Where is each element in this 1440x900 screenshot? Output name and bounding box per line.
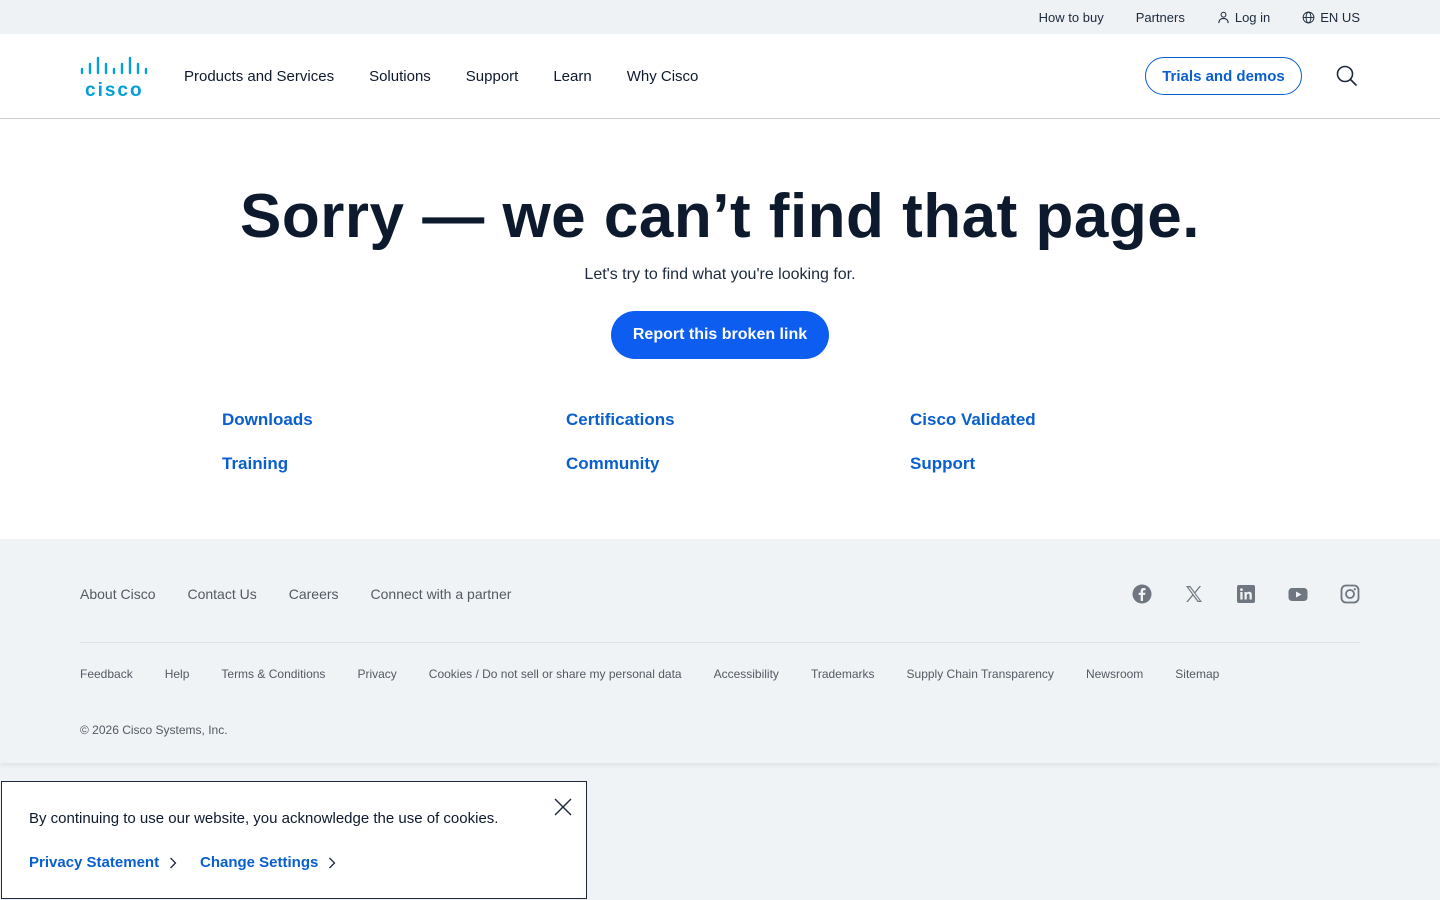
privacy-statement-link[interactable]: Privacy Statement	[29, 854, 177, 871]
footer-about-cisco[interactable]: About Cisco	[80, 586, 155, 602]
search-button[interactable]	[1335, 64, 1359, 88]
footer-newsroom[interactable]: Newsroom	[1086, 667, 1143, 681]
main-nav: cisco Products and Services Solutions Su…	[0, 34, 1440, 119]
report-broken-link-button[interactable]: Report this broken link	[611, 311, 829, 359]
chevron-right-icon	[329, 857, 336, 868]
footer-help[interactable]: Help	[165, 667, 190, 681]
cookie-message: By continuing to use our website, you ac…	[29, 810, 499, 827]
cisco-logo[interactable]: cisco	[80, 56, 154, 101]
cookie-banner: By continuing to use our website, you ac…	[1, 781, 587, 899]
footer-trademarks[interactable]: Trademarks	[811, 667, 875, 681]
partners-link[interactable]: Partners	[1136, 10, 1185, 25]
nav-support[interactable]: Support	[466, 68, 519, 85]
nav-products-and-services[interactable]: Products and Services	[184, 68, 334, 85]
footer-primary-links: About Cisco Contact Us Careers Connect w…	[80, 586, 543, 602]
youtube-icon[interactable]	[1288, 584, 1308, 604]
utility-bar: How to buy Partners Log in EN US	[0, 0, 1440, 34]
trials-and-demos-button[interactable]: Trials and demos	[1145, 57, 1302, 95]
footer-divider	[80, 642, 1360, 643]
page-title: Sorry — we can’t find that page.	[240, 182, 1200, 251]
globe-icon	[1302, 11, 1315, 23]
cisco-bars-icon	[80, 56, 148, 75]
copyright: © 2026 Cisco Systems, Inc.	[80, 723, 228, 737]
downloads-link[interactable]: Downloads	[222, 410, 313, 430]
how-to-buy-link[interactable]: How to buy	[1039, 10, 1104, 25]
log-in-link[interactable]: Log in	[1217, 10, 1270, 25]
footer-supply-chain[interactable]: Supply Chain Transparency	[907, 667, 1054, 681]
cookie-close-button[interactable]	[553, 797, 573, 817]
nav-learn[interactable]: Learn	[553, 68, 591, 85]
footer-cookies[interactable]: Cookies / Do not sell or share my person…	[429, 667, 682, 681]
footer: About Cisco Contact Us Careers Connect w…	[0, 539, 1440, 763]
nav-menu: Products and Services Solutions Support …	[184, 34, 733, 118]
chevron-right-icon	[170, 857, 177, 868]
support-link[interactable]: Support	[910, 454, 975, 474]
user-icon	[1218, 11, 1229, 23]
footer-careers[interactable]: Careers	[289, 586, 339, 602]
footer-secondary-links: Feedback Help Terms & Conditions Privacy…	[80, 667, 1251, 681]
language-label: EN US	[1320, 9, 1360, 25]
facebook-icon[interactable]	[1132, 584, 1152, 604]
instagram-icon[interactable]	[1340, 584, 1360, 604]
cisco-logo-text: cisco	[85, 80, 144, 101]
language-selector[interactable]: EN US	[1302, 10, 1360, 25]
footer-feedback[interactable]: Feedback	[80, 667, 133, 681]
nav-why-cisco[interactable]: Why Cisco	[627, 68, 699, 85]
footer-privacy[interactable]: Privacy	[357, 667, 396, 681]
training-link[interactable]: Training	[222, 454, 288, 474]
page-subtitle: Let's try to find what you're looking fo…	[584, 266, 856, 283]
change-settings-link[interactable]: Change Settings	[200, 854, 336, 871]
certifications-link[interactable]: Certifications	[566, 410, 675, 430]
nav-solutions[interactable]: Solutions	[369, 68, 431, 85]
footer-terms[interactable]: Terms & Conditions	[221, 667, 325, 681]
privacy-statement-label: Privacy Statement	[29, 854, 160, 871]
cisco-validated-link[interactable]: Cisco Validated	[910, 410, 1036, 430]
footer-connect-partner[interactable]: Connect with a partner	[371, 586, 512, 602]
change-settings-label: Change Settings	[200, 854, 319, 871]
x-icon[interactable]	[1184, 584, 1204, 604]
error-content: Sorry — we can’t find that page. Let's t…	[0, 119, 1440, 539]
community-link[interactable]: Community	[566, 454, 660, 474]
footer-accessibility[interactable]: Accessibility	[714, 667, 779, 681]
log-in-label: Log in	[1234, 9, 1271, 25]
footer-sitemap[interactable]: Sitemap	[1175, 667, 1219, 681]
linkedin-icon[interactable]	[1236, 584, 1256, 604]
close-icon	[554, 798, 572, 816]
search-icon	[1336, 65, 1357, 86]
social-links	[1132, 584, 1360, 604]
footer-contact-us[interactable]: Contact Us	[187, 586, 256, 602]
